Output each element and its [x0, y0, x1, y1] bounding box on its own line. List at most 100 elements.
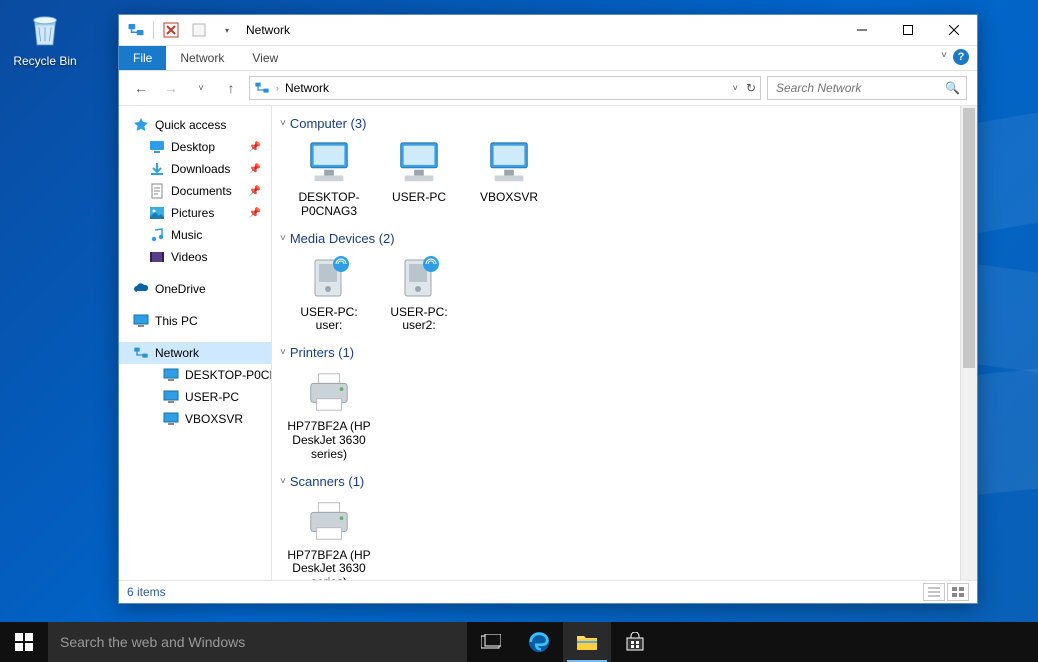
sidebar-item-documents[interactable]: Documents📌 [119, 180, 271, 202]
search-box[interactable]: 🔍 [767, 76, 967, 100]
properties-icon[interactable] [160, 19, 182, 41]
recycle-bin[interactable]: Recycle Bin [10, 8, 80, 68]
recycle-bin-icon [24, 8, 66, 50]
chevron-down-icon: ˅ [280, 118, 286, 129]
address-bar[interactable]: › Network ˅ ↻ [249, 76, 761, 100]
vertical-scrollbar[interactable] [960, 106, 977, 580]
scrollbar-thumb[interactable] [963, 108, 975, 368]
item-computer[interactable]: DESKTOP-P0CNAG3 [284, 133, 374, 225]
sidebar-item-network-computer[interactable]: DESKTOP-P0CNAG3 [119, 364, 271, 386]
search-icon[interactable]: 🔍 [945, 81, 960, 95]
breadcrumb-sep-icon[interactable]: › [276, 83, 279, 93]
printer-icon [305, 368, 353, 416]
pin-icon: 📌 [249, 164, 261, 175]
address-dropdown-icon[interactable]: ˅ [733, 83, 738, 93]
chevron-down-icon: ˅ [280, 476, 286, 487]
explorer-window: ▾ Network File Network View ˅ ? ← → ˅ ↑ … [118, 14, 978, 604]
search-input[interactable] [774, 80, 945, 96]
navigation-pane: Quick access Desktop📌 Downloads 📌 Documen… [119, 106, 272, 580]
sidebar-item-downloads[interactable]: Downloads 📌 [119, 158, 271, 180]
sidebar-item-network-computer[interactable]: VBOXSVR [119, 408, 271, 430]
group-header-media[interactable]: ˅Media Devices (2) [280, 231, 952, 246]
taskbar-store[interactable] [611, 622, 659, 662]
minimize-button[interactable] [839, 15, 885, 45]
taskbar-edge[interactable] [515, 622, 563, 662]
nav-up-button[interactable]: ↑ [219, 76, 243, 100]
group-header-computer[interactable]: ˅ Computer (3) [280, 116, 952, 131]
view-large-icons-button[interactable] [947, 583, 969, 601]
sidebar-item-label: OneDrive [155, 282, 206, 296]
group-header-printers[interactable]: ˅Printers (1) [280, 345, 952, 360]
star-icon [133, 117, 149, 133]
item-printer[interactable]: HP77BF2A (HP DeskJet 3630 series) [284, 362, 374, 467]
quick-access-toolbar: ▾ [119, 19, 238, 41]
this-pc-icon [133, 313, 149, 329]
qat-separator [153, 21, 154, 39]
network-icon[interactable] [125, 19, 147, 41]
desktop-icon [149, 139, 165, 155]
nav-forward-button[interactable]: → [159, 76, 183, 100]
tab-network[interactable]: Network [166, 46, 238, 70]
new-folder-icon[interactable] [188, 19, 210, 41]
group-header-scanners[interactable]: ˅Scanners (1) [280, 474, 952, 489]
sidebar-item-label: Downloads [171, 162, 230, 176]
sidebar-item-videos[interactable]: Videos [119, 246, 271, 268]
sidebar-item-label: Videos [171, 250, 207, 264]
item-media-device[interactable]: USER-PC: user: [284, 248, 374, 340]
taskbar-search[interactable]: Search the web and Windows [48, 622, 467, 662]
taskbar-search-placeholder: Search the web and Windows [60, 634, 245, 650]
taskbar-explorer[interactable] [563, 622, 611, 662]
qat-dropdown-icon[interactable]: ▾ [216, 19, 238, 41]
sidebar-item-label: Pictures [171, 206, 214, 220]
monitor-icon [163, 389, 179, 405]
sidebar-item-pictures[interactable]: Pictures📌 [119, 202, 271, 224]
computer-icon [395, 139, 443, 187]
sidebar-item-label: DESKTOP-P0CNAG3 [185, 368, 271, 382]
nav-back-button[interactable]: ← [129, 76, 153, 100]
tab-view[interactable]: View [238, 46, 292, 70]
sidebar-item-onedrive[interactable]: OneDrive [119, 278, 271, 300]
sidebar-item-label: VBOXSVR [185, 412, 243, 426]
view-details-button[interactable] [923, 583, 945, 601]
pictures-icon [149, 205, 165, 221]
sidebar-item-label: Music [171, 228, 202, 242]
content-pane[interactable]: ˅ Computer (3) DESKTOP-P0CNAG3 USER-PC VB… [272, 106, 960, 580]
pin-icon: 📌 [249, 142, 261, 153]
onedrive-icon [133, 281, 149, 297]
item-media-device[interactable]: USER-PC: user2: [374, 248, 464, 340]
sidebar-item-desktop[interactable]: Desktop📌 [119, 136, 271, 158]
tab-file[interactable]: File [119, 46, 166, 70]
group-header-label: Computer (3) [290, 116, 367, 131]
task-view-button[interactable] [467, 622, 515, 662]
item-computer[interactable]: USER-PC [374, 133, 464, 225]
refresh-icon[interactable]: ↻ [746, 81, 756, 95]
nav-recent-dropdown[interactable]: ˅ [189, 76, 213, 100]
sidebar-item-label: Quick access [155, 118, 226, 132]
taskbar: Search the web and Windows [0, 622, 1038, 662]
item-computer[interactable]: VBOXSVR [464, 133, 554, 225]
collapse-ribbon-icon[interactable]: ˅ [941, 50, 947, 61]
start-button[interactable] [0, 622, 48, 662]
sidebar-item-this-pc[interactable]: This PC [119, 310, 271, 332]
sidebar-item-network-computer[interactable]: USER-PC [119, 386, 271, 408]
help-icon[interactable]: ? [953, 49, 969, 65]
close-button[interactable] [931, 15, 977, 45]
item-label: USER-PC: user2: [376, 306, 462, 334]
recycle-bin-label: Recycle Bin [13, 54, 76, 68]
ribbon-tabs: File Network View ˅ ? [119, 46, 977, 71]
documents-icon [149, 183, 165, 199]
window-title: Network [246, 23, 290, 37]
sidebar-item-quick-access[interactable]: Quick access [119, 114, 271, 136]
sidebar-item-network[interactable]: Network [119, 342, 271, 364]
network-icon [133, 345, 149, 361]
store-icon [625, 632, 645, 652]
maximize-button[interactable] [885, 15, 931, 45]
computer-icon [305, 139, 353, 187]
sidebar-item-music[interactable]: Music [119, 224, 271, 246]
media-device-icon [395, 254, 443, 302]
sidebar-item-label: This PC [155, 314, 198, 328]
media-device-icon [305, 254, 353, 302]
title-bar[interactable]: ▾ Network [119, 15, 977, 46]
breadcrumb-location[interactable]: Network [285, 81, 329, 95]
item-scanner[interactable]: HP77BF2A (HP DeskJet 3630 series) [284, 491, 374, 580]
